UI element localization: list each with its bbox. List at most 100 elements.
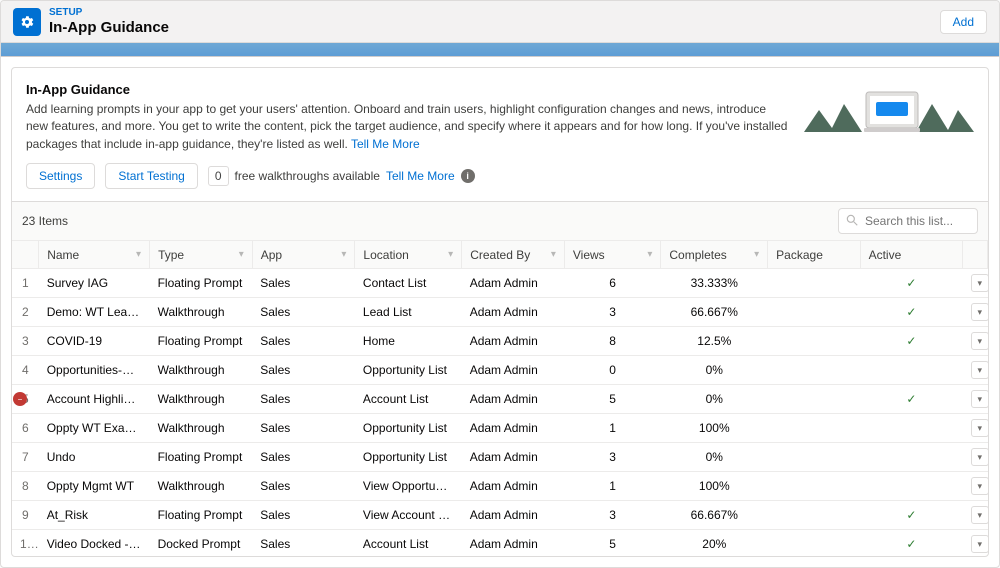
cell-active: [860, 443, 963, 472]
cell-package: [768, 356, 860, 385]
row-index: 3: [12, 327, 39, 356]
walkthrough-text: free walkthroughs available: [235, 169, 380, 183]
cell-completes: 33.333%: [661, 269, 768, 298]
row-index: 2: [12, 298, 39, 327]
cell-app: Sales: [252, 356, 355, 385]
cell-active: ✓: [860, 269, 963, 298]
table-row[interactable]: 6Oppty WT Example 2WalkthroughSalesOppor…: [12, 414, 988, 443]
col-location[interactable]: Location▾: [355, 241, 462, 269]
cell-location: Opportunity List: [355, 443, 462, 472]
cell-location: View Opportunity R...: [355, 472, 462, 501]
col-type[interactable]: Type▾: [150, 241, 253, 269]
cell-package: [768, 298, 860, 327]
cell-completes: 0%: [661, 356, 768, 385]
row-action-menu[interactable]: ▾: [971, 303, 988, 321]
row-action-menu[interactable]: ▾: [971, 361, 988, 379]
chevron-down-icon: ▾: [754, 249, 759, 260]
cell-name: Opportunities-Case...: [39, 356, 150, 385]
info-icon[interactable]: i: [461, 169, 475, 183]
cell-name: COVID-19: [39, 327, 150, 356]
row-alert-badge: −: [13, 392, 27, 406]
cell-active: [860, 414, 963, 443]
settings-button[interactable]: Settings: [26, 163, 95, 189]
cell-views: 5: [564, 530, 661, 556]
search-input[interactable]: [838, 208, 978, 234]
col-created-by[interactable]: Created By▾: [462, 241, 565, 269]
row-index: −5: [12, 385, 39, 414]
header-decorative-band: [1, 43, 999, 57]
row-action-menu[interactable]: ▾: [971, 477, 988, 495]
table-row[interactable]: 10Video Docked - New...Docked PromptSale…: [12, 530, 988, 556]
cell-type: Docked Prompt: [150, 530, 253, 556]
cell-views: 6: [564, 269, 661, 298]
cell-app: Sales: [252, 327, 355, 356]
row-index: 4: [12, 356, 39, 385]
col-package[interactable]: Package: [768, 241, 860, 269]
row-action-menu[interactable]: ▾: [971, 419, 988, 437]
cell-created-by: Adam Admin: [462, 298, 565, 327]
table-row[interactable]: 8Oppty Mgmt WTWalkthroughSalesView Oppor…: [12, 472, 988, 501]
col-completes[interactable]: Completes▾: [661, 241, 768, 269]
cell-views: 5: [564, 385, 661, 414]
tell-me-more-link[interactable]: Tell Me More: [351, 137, 420, 151]
cell-created-by: Adam Admin: [462, 472, 565, 501]
page-sup-label: SETUP: [49, 7, 932, 19]
cell-location: Account List: [355, 530, 462, 556]
col-name[interactable]: Name▾: [39, 241, 150, 269]
table-row[interactable]: 7UndoFloating PromptSalesOpportunity Lis…: [12, 443, 988, 472]
table-row[interactable]: 1Survey IAGFloating PromptSalesContact L…: [12, 269, 988, 298]
table-row[interactable]: 9At_RiskFloating PromptSalesView Account…: [12, 501, 988, 530]
row-action-menu[interactable]: ▾: [971, 506, 988, 524]
cell-name: Survey IAG: [39, 269, 150, 298]
col-active[interactable]: Active: [860, 241, 963, 269]
cell-type: Walkthrough: [150, 385, 253, 414]
cell-active: [860, 472, 963, 501]
cell-app: Sales: [252, 298, 355, 327]
row-index: 10: [12, 530, 39, 556]
table-row[interactable]: 2Demo: WT Lead Cre...WalkthroughSalesLea…: [12, 298, 988, 327]
cell-completes: 66.667%: [661, 298, 768, 327]
cell-type: Walkthrough: [150, 298, 253, 327]
chevron-down-icon: ▾: [448, 249, 453, 260]
col-views[interactable]: Views▾: [564, 241, 661, 269]
chevron-down-icon: ▾: [647, 249, 652, 260]
walkthrough-tell-me-more-link[interactable]: Tell Me More: [386, 169, 455, 183]
cell-name: Undo: [39, 443, 150, 472]
cell-package: [768, 385, 860, 414]
walkthrough-count: 0: [208, 166, 229, 186]
cell-views: 3: [564, 443, 661, 472]
cell-type: Walkthrough: [150, 356, 253, 385]
row-action-menu[interactable]: ▾: [971, 390, 988, 408]
cell-completes: 12.5%: [661, 327, 768, 356]
col-app[interactable]: App▾: [252, 241, 355, 269]
table-row[interactable]: −5Account HighlightsWalkthroughSalesAcco…: [12, 385, 988, 414]
row-action-menu[interactable]: ▾: [971, 332, 988, 350]
add-button[interactable]: Add: [940, 10, 987, 34]
row-index: 6: [12, 414, 39, 443]
card-illustration: [804, 82, 974, 138]
chevron-down-icon: ▾: [239, 249, 244, 260]
cell-created-by: Adam Admin: [462, 443, 565, 472]
start-testing-button[interactable]: Start Testing: [105, 163, 197, 189]
row-action-menu[interactable]: ▾: [971, 274, 988, 292]
row-index: 7: [12, 443, 39, 472]
cell-location: Lead List: [355, 298, 462, 327]
cell-app: Sales: [252, 530, 355, 556]
cell-views: 3: [564, 298, 661, 327]
cell-app: Sales: [252, 501, 355, 530]
cell-created-by: Adam Admin: [462, 414, 565, 443]
cell-app: Sales: [252, 443, 355, 472]
chevron-down-icon: ▾: [551, 249, 556, 260]
table-row[interactable]: 3COVID-19Floating PromptSalesHomeAdam Ad…: [12, 327, 988, 356]
items-count: 23 Items: [22, 214, 68, 228]
cell-location: View Account Record: [355, 501, 462, 530]
row-action-menu[interactable]: ▾: [971, 448, 988, 466]
cell-views: 8: [564, 327, 661, 356]
cell-name: Video Docked - New...: [39, 530, 150, 556]
cell-package: [768, 414, 860, 443]
cell-created-by: Adam Admin: [462, 356, 565, 385]
table-row[interactable]: 4Opportunities-Case...WalkthroughSalesOp…: [12, 356, 988, 385]
cell-active: ✓: [860, 298, 963, 327]
row-action-menu[interactable]: ▾: [971, 535, 988, 553]
cell-name: Oppty WT Example 2: [39, 414, 150, 443]
